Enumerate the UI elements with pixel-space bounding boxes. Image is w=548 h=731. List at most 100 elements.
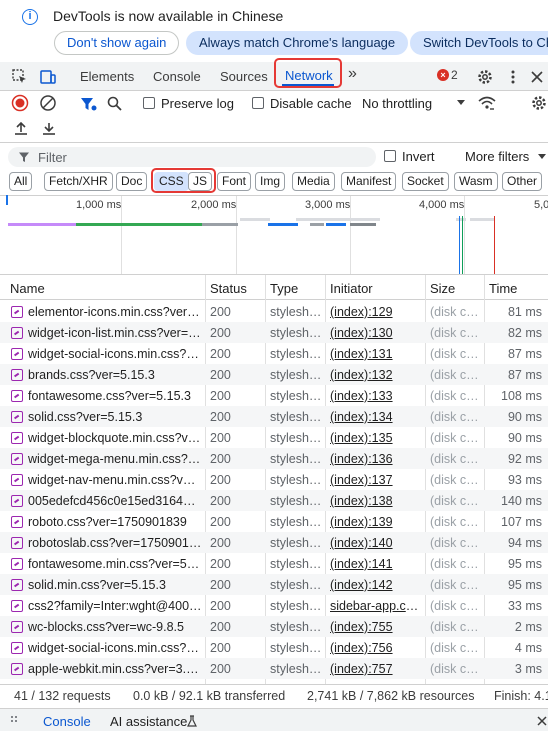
more-options-icon[interactable]	[504, 68, 522, 86]
table-row[interactable]: widget-icon-list.min.css?ver=3.29.2 200 st…	[0, 322, 548, 343]
table-row[interactable]: apple-webkit.min.css?ver=3.29.2 200 styles…	[0, 658, 548, 679]
switch-language-button[interactable]: Switch DevTools to Ch	[410, 31, 548, 55]
chip-manifest[interactable]: Manifest	[341, 172, 397, 191]
chip-media[interactable]: Media	[292, 172, 335, 191]
table-row[interactable]: solid.css?ver=5.15.3 200 stylesheet (index)…	[0, 406, 548, 427]
filter-input[interactable]: Filter	[8, 147, 376, 167]
request-initiator[interactable]: (index):130	[330, 326, 424, 340]
request-initiator[interactable]: (index):134	[330, 410, 424, 424]
chip-wasm[interactable]: Wasm	[454, 172, 498, 191]
chip-font[interactable]: Font	[217, 172, 252, 191]
request-initiator[interactable]: (index):135	[330, 431, 424, 445]
request-initiator[interactable]: (index):755	[330, 620, 424, 634]
request-initiator[interactable]: (index):140	[330, 536, 424, 550]
request-name[interactable]: widget-nav-menu.min.css?ver=3.29.2	[28, 473, 202, 487]
request-initiator[interactable]: (index):137	[330, 473, 424, 487]
request-name[interactable]: solid.min.css?ver=5.15.3	[28, 578, 202, 592]
search-icon[interactable]	[106, 95, 124, 113]
import-har-icon[interactable]	[13, 120, 29, 136]
column-status[interactable]: Status	[210, 281, 247, 296]
request-initiator[interactable]: (index):756	[330, 641, 424, 655]
drawer-tab-console[interactable]: Console	[43, 714, 91, 729]
request-name[interactable]: widget-mega-menu.min.css?ver=3.29.2	[28, 452, 202, 466]
chip-socket[interactable]: Socket	[402, 172, 449, 191]
table-row[interactable]: css2?family=Inter:wght@400;500 200 stylesh…	[0, 595, 548, 616]
filter-icon[interactable]	[79, 95, 97, 113]
more-tabs-button[interactable]: »	[348, 65, 357, 83]
request-name[interactable]: brands.css?ver=5.15.3	[28, 368, 202, 382]
column-name[interactable]: Name	[10, 281, 45, 296]
drawer-close-icon[interactable]	[536, 715, 548, 727]
request-name[interactable]: robotoslab.css?ver=1750901839	[28, 536, 202, 550]
drawer-menu-icon[interactable]	[10, 715, 20, 725]
request-initiator[interactable]: (index):133	[330, 389, 424, 403]
chip-doc[interactable]: Doc	[116, 172, 148, 191]
table-row[interactable]: robotoslab.css?ver=1750901839 200 styleshe…	[0, 532, 548, 553]
gear-icon[interactable]	[476, 68, 494, 86]
table-row[interactable]: fontawesome.css?ver=5.15.3 200 stylesheet (…	[0, 385, 548, 406]
table-row[interactable]: elementor-icons.min.css?ver=5.40.0 200 sty…	[0, 301, 548, 322]
tab-network[interactable]: Network	[274, 58, 342, 88]
chip-img[interactable]: Img	[255, 172, 286, 191]
table-row[interactable]: widget-nav-menu.min.css?ver=3.29.2 200 sty…	[0, 469, 548, 490]
more-filters-chevron-icon[interactable]	[537, 153, 547, 161]
table-row[interactable]: wc-blocks.css?ver=wc-9.8.5 200 stylesheet (…	[0, 616, 548, 637]
request-initiator[interactable]: (index):132	[330, 368, 424, 382]
column-size[interactable]: Size	[430, 281, 455, 296]
record-icon[interactable]	[11, 94, 29, 112]
request-name[interactable]: widget-blockquote.min.css?ver=3.29.2	[28, 431, 202, 445]
always-match-language-button[interactable]: Always match Chrome's language	[186, 31, 409, 55]
request-initiator[interactable]: (index):141	[330, 557, 424, 571]
table-row[interactable]: 005edefcd456c0e15ed3164b.css 200 styleshee…	[0, 490, 548, 511]
table-row[interactable]: widget-social-icons.min.css?ver=3.29.2 20…	[0, 343, 548, 364]
select-element-icon[interactable]	[11, 68, 29, 86]
request-name[interactable]: 005edefcd456c0e15ed3164b.css	[28, 494, 202, 508]
request-name[interactable]: apple-webkit.min.css?ver=3.29.2	[28, 662, 202, 676]
tab-elements[interactable]: Elements	[80, 69, 134, 84]
timeline-overview[interactable]: 1,000 ms 2,000 ms 3,000 ms 4,000 ms 5,0	[0, 195, 548, 275]
preserve-log-checkbox[interactable]	[143, 97, 155, 109]
request-initiator[interactable]: (index):129	[330, 305, 424, 319]
network-settings-icon[interactable]	[530, 94, 548, 112]
table-row[interactable]: widget-blockquote.min.css?ver=3.29.2 200 s…	[0, 427, 548, 448]
request-initiator[interactable]: (index):757	[330, 662, 424, 676]
request-name[interactable]: widget-icon-list.min.css?ver=3.29.2	[28, 326, 202, 340]
table-row[interactable]: brands.css?ver=5.15.3 200 stylesheet (index…	[0, 364, 548, 385]
request-initiator[interactable]: (index):142	[330, 578, 424, 592]
tab-sources[interactable]: Sources	[220, 69, 268, 84]
more-filters-button[interactable]: More filters	[465, 149, 529, 164]
clear-icon[interactable]	[39, 94, 57, 112]
request-name[interactable]: roboto.css?ver=1750901839	[28, 515, 202, 529]
chevron-down-icon[interactable]	[456, 99, 466, 107]
request-name[interactable]: elementor-icons.min.css?ver=5.40.0	[28, 305, 202, 319]
request-name[interactable]: wc-blocks.css?ver=wc-9.8.5	[28, 620, 202, 634]
table-row[interactable]: widget-social-icons.min.css?ver=3.29.2 20…	[0, 637, 548, 658]
table-row[interactable]: roboto.css?ver=1750901839 200 stylesheet (i…	[0, 511, 548, 532]
request-name[interactable]: css2?family=Inter:wght@400;500	[28, 599, 202, 613]
drawer-tab-ai-assistance[interactable]: AI assistance	[110, 714, 187, 729]
export-har-icon[interactable]	[41, 120, 57, 136]
invert-checkbox[interactable]	[384, 150, 396, 162]
table-row[interactable]: widget-mega-menu.min.css?ver=3.29.2 200 st…	[0, 448, 548, 469]
chip-all[interactable]: All	[9, 172, 33, 191]
request-name[interactable]: widget-social-icons.min.css?ver=3.29.2	[28, 347, 202, 361]
request-name[interactable]: fontawesome.min.css?ver=5.15.3	[28, 557, 202, 571]
dont-show-again-button[interactable]: Don't show again	[54, 31, 180, 55]
column-initiator[interactable]: Initiator	[330, 281, 373, 296]
request-name[interactable]: widget-social-icons.min.css?ver=3.29.2	[28, 641, 202, 655]
column-time[interactable]: Time	[489, 281, 517, 296]
network-conditions-icon[interactable]	[477, 94, 497, 112]
error-icon[interactable]: ×	[437, 69, 449, 81]
request-initiator[interactable]: (index):139	[330, 515, 424, 529]
table-row[interactable]: fontawesome.min.css?ver=5.15.3 200 stylesh…	[0, 553, 548, 574]
tab-console[interactable]: Console	[153, 69, 201, 84]
error-count[interactable]: 2	[451, 68, 458, 82]
request-initiator[interactable]: (index):138	[330, 494, 424, 508]
request-initiator[interactable]: (index):136	[330, 452, 424, 466]
request-name[interactable]: solid.css?ver=5.15.3	[28, 410, 202, 424]
request-initiator[interactable]: sidebar-app.css:1	[330, 599, 424, 613]
throttling-select[interactable]: No throttling	[362, 96, 432, 111]
chip-other[interactable]: Other	[502, 172, 543, 191]
chip-fetch-xhr[interactable]: Fetch/XHR	[44, 172, 113, 191]
disable-cache-checkbox[interactable]	[252, 97, 264, 109]
